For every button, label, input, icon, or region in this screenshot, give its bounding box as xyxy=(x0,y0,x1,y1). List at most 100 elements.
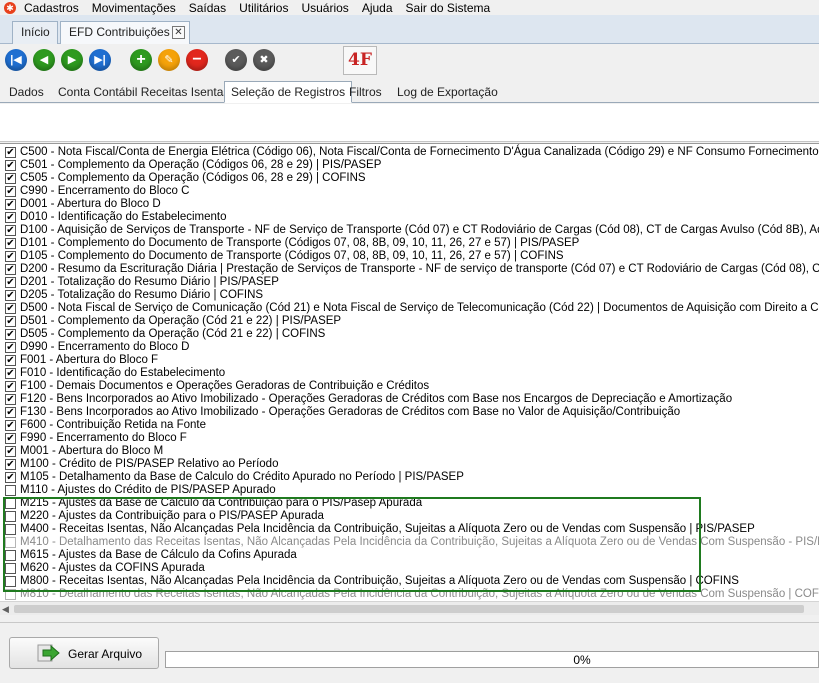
record-row[interactable]: ✔ C501 - Complemento da Operação (Códigos… xyxy=(0,159,819,172)
record-row[interactable]: ✔ D990 - Encerramento do Bloco D xyxy=(0,341,819,354)
menu-usuarios[interactable]: Usuários xyxy=(301,1,348,15)
record-row[interactable]: ✔ D201 - Totalização do Resumo Diário | P… xyxy=(0,276,819,289)
record-checkbox[interactable] xyxy=(5,485,16,496)
add-button[interactable]: + xyxy=(130,49,152,71)
record-checkbox[interactable] xyxy=(5,511,16,522)
record-row[interactable]: M110 - Ajustes do Crédito de PIS/PASEP A… xyxy=(0,484,819,497)
tab-conta-contabil[interactable]: Conta Contábil Receitas Isentas xyxy=(52,82,235,102)
record-checkbox[interactable]: ✔ xyxy=(5,407,16,418)
tab-selecao-registros[interactable]: Seleção de Registros xyxy=(224,81,353,103)
record-row[interactable]: ✔ F010 - Identificação do Estabelecimento xyxy=(0,367,819,380)
record-checkbox[interactable]: ✔ xyxy=(5,173,16,184)
record-row[interactable]: ✔ F990 - Encerramento do Bloco F xyxy=(0,432,819,445)
record-row[interactable]: ✔ M100 - Crédito de PIS/PASEP Relativo ao… xyxy=(0,458,819,471)
record-row[interactable]: ✔ D205 - Totalização do Resumo Diário | C… xyxy=(0,289,819,302)
record-row[interactable]: M800 - Receitas Isentas, Não Alcançadas … xyxy=(0,575,819,588)
record-row[interactable]: ✔ D100 - Aquisição de Serviços de Transpo… xyxy=(0,224,819,237)
record-checkbox[interactable]: ✔ xyxy=(5,264,16,275)
confirm-button[interactable]: ✔ xyxy=(225,49,247,71)
record-row[interactable]: ✔ M001 - Abertura do Bloco M xyxy=(0,445,819,458)
record-checkbox[interactable] xyxy=(5,589,16,600)
record-row[interactable]: M615 - Ajustes da Base de Cálculo da Cof… xyxy=(0,549,819,562)
tab-log-exportacao[interactable]: Log de Exportação xyxy=(391,82,504,102)
record-row[interactable]: ✔ F600 - Contribuição Retida na Fonte xyxy=(0,419,819,432)
record-checkbox[interactable]: ✔ xyxy=(5,199,16,210)
record-checkbox[interactable] xyxy=(5,576,16,587)
menu-sair[interactable]: Sair do Sistema xyxy=(406,1,491,15)
record-checkbox[interactable]: ✔ xyxy=(5,238,16,249)
record-row[interactable]: ✔ C505 - Complemento da Operação (Códigos… xyxy=(0,172,819,185)
record-row[interactable]: M810 - Detalhamento das Receitas Isentas… xyxy=(0,588,819,601)
record-row[interactable]: ✔ D505 - Complemento da Operação (Cód 21 … xyxy=(0,328,819,341)
record-checkbox[interactable]: ✔ xyxy=(5,394,16,405)
record-checkbox[interactable] xyxy=(5,524,16,535)
record-checkbox[interactable]: ✔ xyxy=(5,420,16,431)
record-checkbox[interactable]: ✔ xyxy=(5,368,16,379)
delete-button[interactable]: − xyxy=(186,49,208,71)
scrollbar-thumb[interactable] xyxy=(14,605,804,613)
edit-button[interactable]: ✎ xyxy=(158,49,180,71)
generate-file-button[interactable]: Gerar Arquivo xyxy=(9,637,159,669)
record-row[interactable]: ✔ C990 - Encerramento do Bloco C xyxy=(0,185,819,198)
record-checkbox[interactable]: ✔ xyxy=(5,381,16,392)
first-record-button[interactable]: |◀ xyxy=(5,49,27,71)
record-row[interactable]: ✔ D101 - Complemento do Documento de Tran… xyxy=(0,237,819,250)
tab-filtros[interactable]: Filtros xyxy=(343,82,388,102)
record-row[interactable]: M410 - Detalhamento das Receitas Isentas… xyxy=(0,536,819,549)
menu-ajuda[interactable]: Ajuda xyxy=(362,1,393,15)
horizontal-scrollbar[interactable]: ◀ xyxy=(0,601,819,615)
record-checkbox[interactable]: ✔ xyxy=(5,277,16,288)
record-checkbox[interactable]: ✔ xyxy=(5,147,16,158)
record-row[interactable]: M620 - Ajustes da COFINS Apurada xyxy=(0,562,819,575)
record-row[interactable]: ✔ D105 - Complemento do Documento de Tran… xyxy=(0,250,819,263)
record-checkbox[interactable]: ✔ xyxy=(5,225,16,236)
menu-movimentacoes[interactable]: Movimentações xyxy=(92,1,176,15)
tab-dados[interactable]: Dados xyxy=(3,82,50,102)
record-row[interactable]: ✔ F001 - Abertura do Bloco F xyxy=(0,354,819,367)
record-row[interactable]: ✔ D500 - Nota Fiscal de Serviço de Comuni… xyxy=(0,302,819,315)
record-checklist[interactable]: M810 - Detalhamento das Receitas Isentas… xyxy=(0,143,819,601)
record-checkbox[interactable]: ✔ xyxy=(5,459,16,470)
record-row[interactable]: M400 - Receitas Isentas, Não Alcançadas … xyxy=(0,523,819,536)
menu-utilitarios[interactable]: Utilitários xyxy=(239,1,288,15)
record-row[interactable]: ✔ C500 - Nota Fiscal/Conta de Energia Elé… xyxy=(0,146,819,159)
vendor-logo-button[interactable]: 4F xyxy=(343,46,377,75)
record-checkbox[interactable]: ✔ xyxy=(5,433,16,444)
record-row[interactable]: ✔ F120 - Bens Incorporados ao Ativo Imobi… xyxy=(0,393,819,406)
close-tab-icon[interactable]: ✕ xyxy=(172,26,185,39)
tab-inicio[interactable]: Início xyxy=(12,21,58,44)
record-checkbox[interactable]: ✔ xyxy=(5,316,16,327)
record-checkbox[interactable] xyxy=(5,498,16,509)
record-checkbox[interactable]: ✔ xyxy=(5,251,16,262)
record-row[interactable]: ✔ D501 - Complemento da Operação (Cód 21 … xyxy=(0,315,819,328)
record-row[interactable]: ✔ D010 - Identificação do Estabelecimento xyxy=(0,211,819,224)
tab-efd-contribuicoes[interactable]: EFD Contribuições ✕ xyxy=(60,21,190,44)
record-checkbox[interactable] xyxy=(5,563,16,574)
record-row[interactable]: M220 - Ajustes da Contribuição para o PI… xyxy=(0,510,819,523)
record-row[interactable]: ✔ M105 - Detalhamento da Base de Calculo … xyxy=(0,471,819,484)
record-checkbox[interactable]: ✔ xyxy=(5,355,16,366)
record-checkbox[interactable]: ✔ xyxy=(5,160,16,171)
record-checkbox[interactable]: ✔ xyxy=(5,446,16,457)
record-checkbox[interactable]: ✔ xyxy=(5,290,16,301)
record-checkbox[interactable]: ✔ xyxy=(5,186,16,197)
menu-cadastros[interactable]: Cadastros xyxy=(24,1,79,15)
record-row[interactable]: ✔ F130 - Bens Incorporados ao Ativo Imobi… xyxy=(0,406,819,419)
record-row[interactable]: ✔ D200 - Resumo da Escrituração Diária | … xyxy=(0,263,819,276)
record-checkbox[interactable]: ✔ xyxy=(5,342,16,353)
cancel-button[interactable]: ✖ xyxy=(253,49,275,71)
record-checkbox[interactable]: ✔ xyxy=(5,329,16,340)
record-checkbox[interactable] xyxy=(5,537,16,548)
record-row[interactable]: M215 - Ajustes da Base de Cálculo da Con… xyxy=(0,497,819,510)
next-record-button[interactable]: ▶ xyxy=(61,49,83,71)
record-checkbox[interactable]: ✔ xyxy=(5,212,16,223)
record-checkbox[interactable]: ✔ xyxy=(5,303,16,314)
record-checkbox[interactable]: ✔ xyxy=(5,472,16,483)
menu-saidas[interactable]: Saídas xyxy=(189,1,226,15)
record-row[interactable]: ✔ D001 - Abertura do Bloco D xyxy=(0,198,819,211)
last-record-button[interactable]: ▶| xyxy=(89,49,111,71)
record-checkbox[interactable] xyxy=(5,550,16,561)
previous-record-button[interactable]: ◀ xyxy=(33,49,55,71)
record-row[interactable]: ✔ F100 - Demais Documentos e Operações Ge… xyxy=(0,380,819,393)
scroll-left-icon[interactable]: ◀ xyxy=(2,604,12,614)
